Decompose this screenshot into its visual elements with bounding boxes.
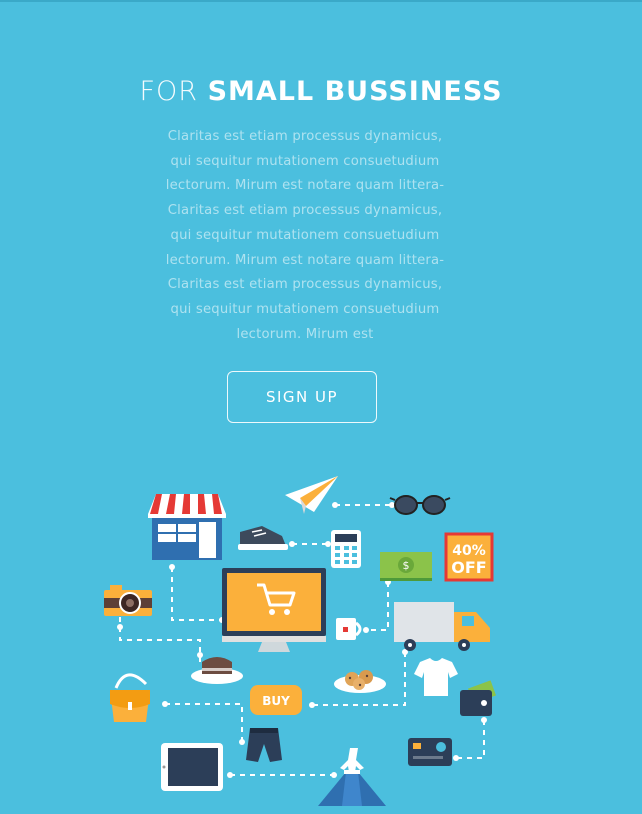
delivery-truck-icon xyxy=(394,602,490,651)
cookies-plate-icon xyxy=(334,670,386,693)
mug-icon xyxy=(336,618,362,640)
page-title: FOR SMALL BUSSINESS xyxy=(0,76,642,107)
title-bold-part: SMALL BUSSINESS xyxy=(207,76,503,107)
discount-tag-icon: 40% OFF xyxy=(444,532,494,582)
tablet-icon xyxy=(161,743,223,791)
jeans-icon xyxy=(246,728,282,762)
camera-icon xyxy=(104,585,152,616)
discount-off: OFF xyxy=(451,558,486,577)
wallet-icon xyxy=(460,680,497,716)
top-border xyxy=(0,0,642,2)
tshirt-icon xyxy=(414,658,458,696)
shop-icon xyxy=(148,494,226,560)
hero-paragraph: Claritas est etiam processus dynamicus, … xyxy=(165,129,445,342)
buy-tag-icon: BUY xyxy=(250,685,302,715)
discount-percent: 40% xyxy=(452,543,486,559)
credit-card-icon xyxy=(408,738,452,766)
sign-up-button[interactable]: SIGN UP xyxy=(227,371,377,423)
sneaker-icon xyxy=(238,526,288,550)
paper-plane-icon xyxy=(285,476,338,514)
glasses-icon xyxy=(389,495,451,515)
banknote-symbol: $ xyxy=(403,559,410,572)
banknote-icon: $ xyxy=(380,552,432,581)
calculator-icon xyxy=(331,530,361,568)
cake-icon xyxy=(191,657,243,684)
dress-icon xyxy=(318,748,386,806)
handbag-icon xyxy=(110,673,150,722)
monitor-cart-icon xyxy=(222,568,326,652)
ecommerce-illustration: $ 40% OFF BUY xyxy=(0,440,642,814)
title-light-part: FOR xyxy=(139,76,198,107)
buy-label: BUY xyxy=(262,694,290,708)
